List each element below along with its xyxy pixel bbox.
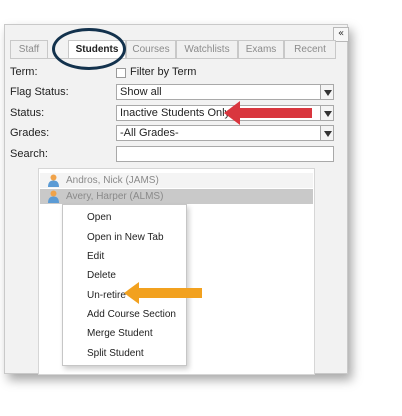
menu-item-open[interactable]: Open [87, 211, 111, 225]
status-label: Status: [10, 107, 45, 119]
status-select[interactable]: Inactive Students Only [116, 105, 334, 121]
person-icon [48, 190, 59, 203]
tab-students[interactable]: Students [68, 40, 126, 59]
chevron-down-icon[interactable] [320, 105, 334, 121]
menu-item-merge-student[interactable]: Merge Student [87, 327, 153, 341]
tab-bar: Staff Students Courses Watchlists Exams … [10, 40, 336, 59]
menu-item-delete[interactable]: Delete [87, 269, 116, 283]
person-icon [48, 174, 59, 187]
list-item[interactable]: Avery, Harper (ALMS) [40, 189, 313, 204]
chevron-down-icon[interactable] [320, 125, 334, 141]
menu-item-edit[interactable]: Edit [87, 250, 104, 264]
status-value: Inactive Students Only [120, 107, 231, 119]
search-input[interactable] [116, 146, 334, 162]
menu-item-split-student[interactable]: Split Student [87, 347, 144, 361]
tab-divider [10, 58, 336, 59]
tab-courses[interactable]: Courses [126, 40, 176, 58]
grades-select[interactable]: -All Grades- [116, 125, 334, 141]
flag-status-select[interactable]: Show all [116, 84, 334, 100]
context-menu: Open Open in New Tab Edit Delete Un-reti… [62, 204, 187, 366]
chevron-down-icon[interactable] [320, 84, 334, 100]
grades-value: -All Grades- [120, 127, 179, 139]
menu-item-unretire[interactable]: Un-retire [87, 289, 126, 303]
flag-status-value: Show all [120, 86, 162, 98]
tab-staff[interactable]: Staff [10, 40, 48, 58]
student-name: Avery, Harper (ALMS) [66, 191, 164, 202]
menu-item-add-course-section[interactable]: Add Course Section [87, 308, 176, 322]
tab-recent[interactable]: Recent [284, 40, 336, 58]
grades-label: Grades: [10, 127, 50, 139]
list-item[interactable]: Andros, Nick (JAMS) [40, 173, 313, 188]
tab-watchlists[interactable]: Watchlists [176, 40, 238, 58]
tab-exams[interactable]: Exams [238, 40, 284, 58]
student-name: Andros, Nick (JAMS) [66, 175, 159, 186]
flag-status-label: Flag Status: [10, 86, 69, 98]
term-label: Term: [10, 66, 38, 78]
filter-by-term-checkbox[interactable] [116, 68, 126, 78]
menu-item-open-new-tab[interactable]: Open in New Tab [87, 231, 164, 245]
filter-by-term-label: Filter by Term [130, 66, 197, 78]
search-label: Search: [10, 148, 48, 160]
